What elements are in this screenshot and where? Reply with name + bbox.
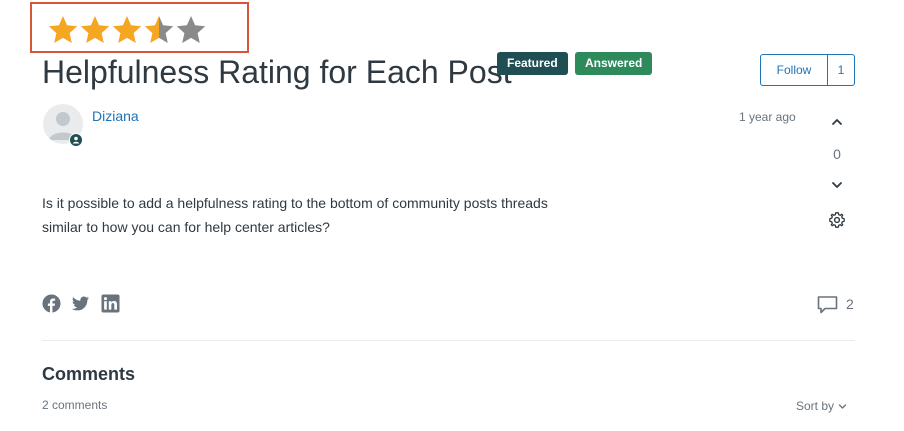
gear-icon[interactable] — [828, 211, 846, 229]
comments-count-label: 2 comments — [42, 398, 108, 412]
linkedin-icon[interactable] — [101, 294, 120, 313]
star-filled-icon[interactable] — [79, 14, 111, 46]
vote-count: 0 — [833, 146, 841, 162]
star-rating[interactable] — [47, 14, 207, 46]
featured-badge: Featured — [497, 52, 568, 75]
twitter-icon[interactable] — [71, 294, 90, 313]
comments-heading: Comments — [42, 364, 136, 384]
follow-label[interactable]: Follow — [761, 55, 828, 85]
post-timestamp: 1 year ago — [739, 110, 796, 124]
sort-label[interactable]: Sort by — [796, 399, 834, 413]
star-filled-icon[interactable] — [111, 14, 143, 46]
post-body: Is it possible to add a helpfulness rati… — [42, 195, 548, 235]
author-name[interactable]: Diziana — [92, 108, 139, 124]
follow-button[interactable]: Follow 1 — [760, 54, 855, 86]
chevron-up-icon[interactable] — [828, 113, 846, 131]
chevron-down-icon[interactable] — [838, 402, 847, 411]
chevron-down-icon[interactable] — [828, 176, 846, 194]
page-title: Helpfulness Rating for Each Post — [42, 54, 512, 90]
sort-dropdown[interactable]: Sort by — [796, 399, 847, 413]
speech-bubble-icon[interactable] — [817, 295, 838, 315]
follower-count: 1 — [837, 63, 845, 77]
post-page: Helpfulness Rating for Each Post Feature… — [0, 0, 904, 431]
comment-count[interactable]: 2 — [846, 296, 854, 312]
user-badge-icon — [69, 133, 83, 147]
star-filled-icon[interactable] — [47, 14, 79, 46]
star-half-icon[interactable] — [143, 14, 175, 46]
star-empty-icon[interactable] — [175, 14, 207, 46]
section-divider — [42, 340, 855, 341]
facebook-icon[interactable] — [42, 294, 61, 313]
answered-badge: Answered — [575, 52, 653, 75]
star-rating-highlight — [30, 2, 249, 53]
